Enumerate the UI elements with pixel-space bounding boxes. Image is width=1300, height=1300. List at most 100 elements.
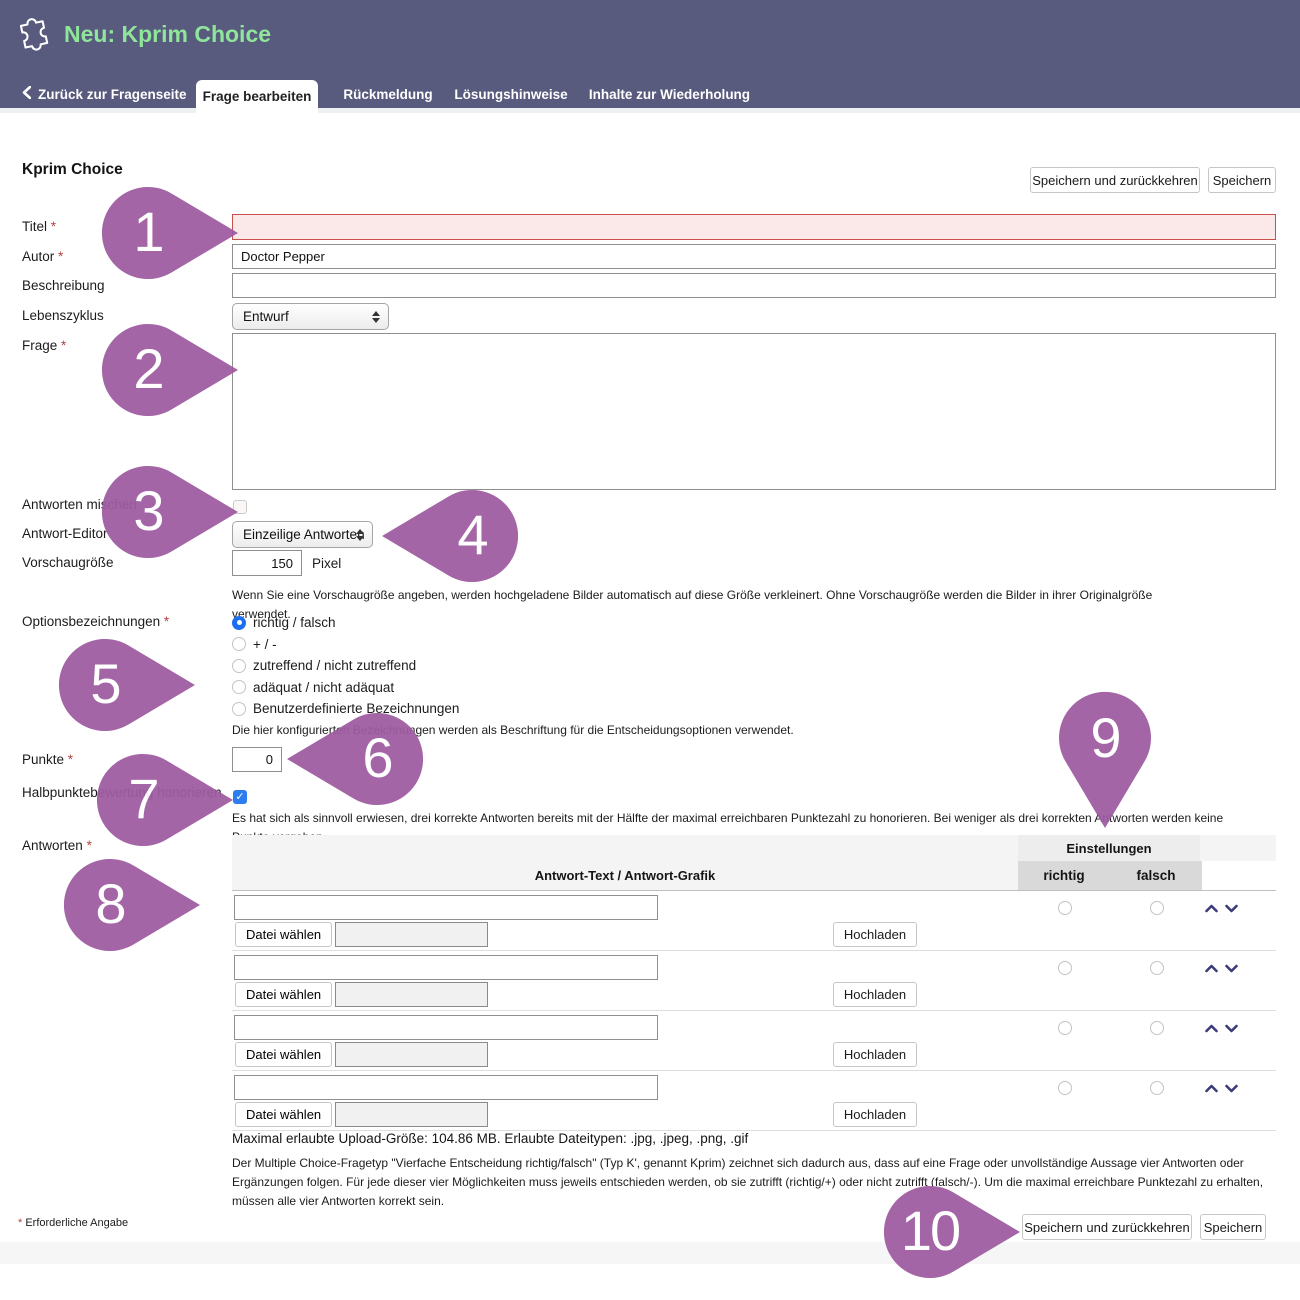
tab-loesungshinweise[interactable]: Lösungshinweise xyxy=(448,80,574,108)
save-button-bottom[interactable]: Speichern xyxy=(1200,1214,1266,1240)
richtig-radio[interactable] xyxy=(1058,1081,1072,1095)
answer-text-input[interactable] xyxy=(234,955,658,980)
file-name-box xyxy=(335,1042,488,1067)
page: Neu: Kprim Choice Zurück zur Fragenseite… xyxy=(0,0,1300,1300)
antwort-editor-select[interactable]: Einzeilige Antworten xyxy=(232,521,373,548)
reorder-controls xyxy=(1205,1024,1238,1033)
lebenszyklus-select[interactable]: Entwurf xyxy=(232,303,389,330)
annotation-number: 8 xyxy=(64,855,156,955)
save-and-return-button-bottom[interactable]: Speichern und zurückkehren xyxy=(1022,1214,1192,1240)
choose-file-button[interactable]: Datei wählen xyxy=(235,1102,332,1127)
back-to-question-page-link[interactable]: Zurück zur Fragenseite xyxy=(22,86,187,102)
annotation-number: 10 xyxy=(884,1182,976,1282)
titel-input[interactable] xyxy=(232,214,1276,240)
back-chevron-icon xyxy=(22,86,31,102)
choose-file-button[interactable]: Datei wählen xyxy=(235,922,332,947)
answer-row-4: Datei wählen Hochladen xyxy=(232,1071,1276,1131)
optionsbezeichnungen-radio-group: richtig / falsch + / - zutreffend / nich… xyxy=(232,612,459,720)
tab-inhalte-zur-wiederholung[interactable]: Inhalte zur Wiederholung xyxy=(581,80,758,108)
annotation-number: 5 xyxy=(59,635,151,735)
tab-rueckmeldung[interactable]: Rückmeldung xyxy=(333,80,443,108)
reorder-controls xyxy=(1205,904,1238,913)
file-input: Datei wählen xyxy=(235,1102,488,1127)
move-down-icon[interactable] xyxy=(1225,1024,1238,1033)
radio-icon xyxy=(232,680,246,694)
answers-table: Einstellungen Antwort-Text / Antwort-Gra… xyxy=(232,835,1276,1131)
move-up-icon[interactable] xyxy=(1205,1024,1218,1033)
richtig-column-header: richtig xyxy=(1018,861,1110,890)
file-input: Datei wählen xyxy=(235,1042,488,1067)
move-down-icon[interactable] xyxy=(1225,904,1238,913)
falsch-radio[interactable] xyxy=(1150,901,1164,915)
select-stepper-icon xyxy=(356,529,364,541)
punkte-input[interactable] xyxy=(232,747,282,772)
upload-button[interactable]: Hochladen xyxy=(833,982,917,1007)
move-up-icon[interactable] xyxy=(1205,1084,1218,1093)
richtig-radio[interactable] xyxy=(1058,961,1072,975)
falsch-radio[interactable] xyxy=(1150,1021,1164,1035)
annotation-pin-10: 10 xyxy=(882,1182,1022,1282)
form-heading: Kprim Choice xyxy=(22,161,123,179)
falsch-radio[interactable] xyxy=(1150,961,1164,975)
radio-icon xyxy=(232,702,246,716)
file-name-box xyxy=(335,982,488,1007)
tab-label: Frage bearbeiten xyxy=(203,89,312,104)
frage-textarea[interactable] xyxy=(232,333,1276,490)
vorschaugroesse-unit: Pixel xyxy=(312,555,372,572)
reorder-controls xyxy=(1205,1084,1238,1093)
annotation-pin-8: 8 xyxy=(62,855,202,955)
tab-label: Rückmeldung xyxy=(343,87,432,102)
choose-file-button[interactable]: Datei wählen xyxy=(235,1042,332,1067)
save-button-top[interactable]: Speichern xyxy=(1208,167,1276,193)
annotation-number: 2 xyxy=(102,320,194,420)
page-footer-band xyxy=(0,1242,1300,1264)
upload-button[interactable]: Hochladen xyxy=(833,1042,917,1067)
annotation-pin-3: 3 xyxy=(100,462,240,562)
falsch-radio[interactable] xyxy=(1150,1081,1164,1095)
autor-input[interactable] xyxy=(232,244,1276,269)
choose-file-button[interactable]: Datei wählen xyxy=(235,982,332,1007)
move-up-icon[interactable] xyxy=(1205,964,1218,973)
optionsbezeichnungen-label: Optionsbezeichnungen * xyxy=(22,613,228,630)
annotation-number: 7 xyxy=(97,750,189,850)
richtig-radio[interactable] xyxy=(1058,1021,1072,1035)
annotation-pin-9: 9 xyxy=(1055,690,1155,830)
radio-icon xyxy=(232,659,246,673)
move-down-icon[interactable] xyxy=(1225,964,1238,973)
radio-option-plus-minus[interactable]: + / - xyxy=(232,634,459,656)
vorschaugroesse-input[interactable] xyxy=(232,550,302,576)
select-stepper-icon xyxy=(372,311,380,323)
upload-button[interactable]: Hochladen xyxy=(833,922,917,947)
annotation-pin-7: 7 xyxy=(95,750,235,850)
annotation-pin-1: 1 xyxy=(100,183,240,283)
answer-text-input[interactable] xyxy=(234,1015,658,1040)
radio-option-richtig-falsch[interactable]: richtig / falsch xyxy=(232,612,459,634)
annotation-number: 4 xyxy=(426,486,518,586)
lebenszyklus-selected-value: Entwurf xyxy=(243,309,289,324)
falsch-column-header: falsch xyxy=(1110,861,1202,890)
radio-option-adaequat[interactable]: adäquat / nicht adäquat xyxy=(232,677,459,699)
reorder-controls xyxy=(1205,964,1238,973)
halbpunktebewertung-checkbox[interactable]: ✓ xyxy=(233,790,247,804)
answers-table-header-row-2: Antwort-Text / Antwort-Grafik richtig fa… xyxy=(232,861,1276,891)
question-type-description: Der Multiple Choice-Fragetyp "Vierfache … xyxy=(232,1154,1278,1212)
save-and-return-button-top[interactable]: Speichern und zurückkehren xyxy=(1030,167,1200,193)
annotation-pin-5: 5 xyxy=(57,635,197,735)
answer-row-1: Datei wählen Hochladen xyxy=(232,891,1276,951)
beschreibung-input[interactable] xyxy=(232,273,1276,298)
tab-label: Inhalte zur Wiederholung xyxy=(589,87,750,102)
radio-option-zutreffend[interactable]: zutreffend / nicht zutreffend xyxy=(232,655,459,677)
upload-button[interactable]: Hochladen xyxy=(833,1102,917,1127)
settings-column-header: Einstellungen xyxy=(1018,835,1200,861)
answer-text-input[interactable] xyxy=(234,895,658,920)
tab-label: Lösungshinweise xyxy=(454,87,567,102)
annotation-pin-6: 6 xyxy=(285,709,425,809)
radio-icon xyxy=(232,637,246,651)
move-down-icon[interactable] xyxy=(1225,1084,1238,1093)
required-field-note: * Erforderliche Angabe xyxy=(18,1217,128,1229)
tab-frage-bearbeiten[interactable]: Frage bearbeiten xyxy=(196,80,318,113)
move-up-icon[interactable] xyxy=(1205,904,1218,913)
page-title: Neu: Kprim Choice xyxy=(64,21,271,48)
answer-text-input[interactable] xyxy=(234,1075,658,1100)
richtig-radio[interactable] xyxy=(1058,901,1072,915)
